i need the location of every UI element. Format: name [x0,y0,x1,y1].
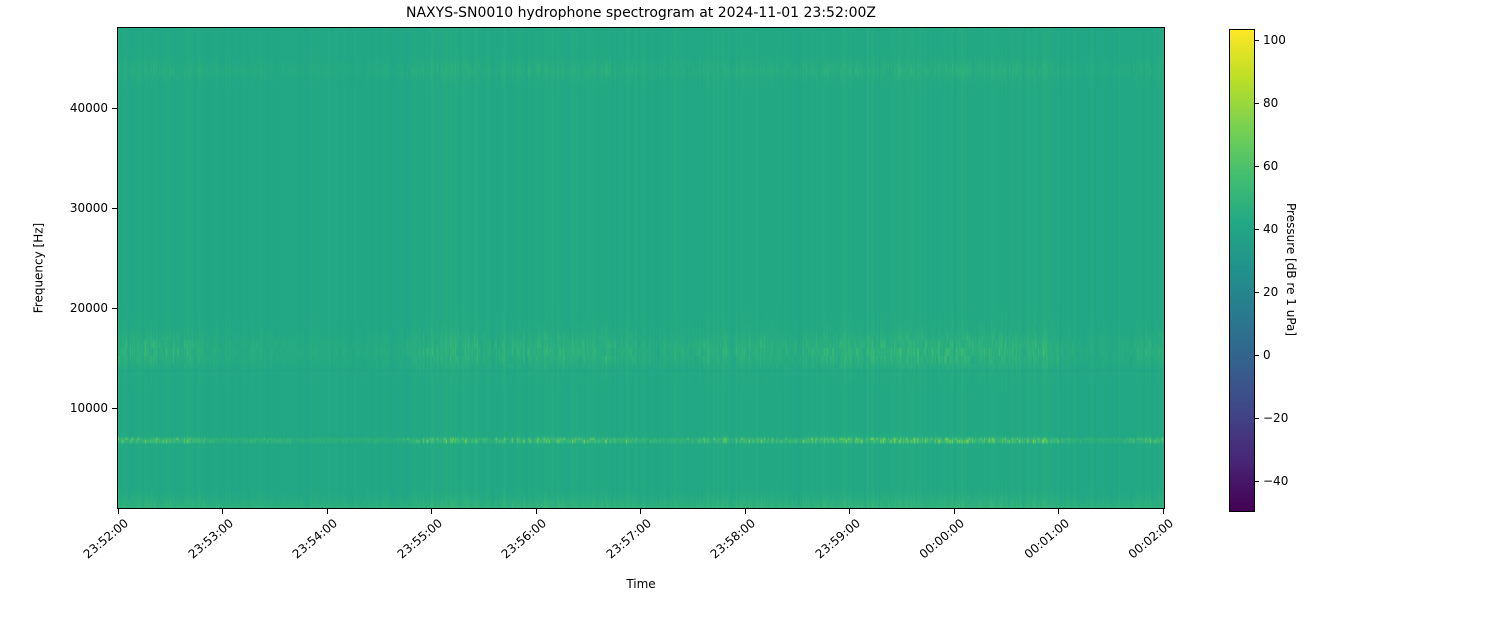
spectrogram-image [118,28,1164,508]
y-tick [112,307,117,309]
plot-area [117,27,1165,509]
x-tick [326,509,328,514]
x-tick [431,509,432,514]
x-tick [640,509,641,514]
colorbar-label: Pressure [dB re 1 uPa] [1284,202,1298,337]
colorbar-tick [1255,39,1259,41]
y-tick-label: 30000 [69,201,108,215]
y-tick-label: 20000 [69,301,108,315]
colorbar-tick-label: 60 [1263,159,1279,174]
colorbar-tick [1255,417,1259,419]
y-tick-label: 40000 [69,101,108,115]
colorbar-tick [1255,228,1259,230]
colorbar-tick [1255,165,1259,167]
x-tick [1162,509,1164,514]
y-tick [112,107,117,109]
x-tick [849,509,850,514]
x-tick [744,509,746,514]
y-tick [112,207,117,209]
colorbar [1229,29,1255,512]
colorbar-tick [1255,102,1259,104]
colorbar-tick-label: −20 [1263,411,1289,426]
colorbar-tick [1255,354,1259,356]
y-tick-label: 10000 [69,401,108,415]
colorbar-tick-label: 20 [1263,285,1279,300]
spectrogram-figure: NAXYS-SN0010 hydrophone spectrogram at 2… [0,0,1500,600]
colorbar-tick-label: −40 [1263,474,1289,489]
colorbar-tick-label: 0 [1263,348,1271,363]
x-tick [953,509,955,514]
x-tick [1058,509,1059,514]
colorbar-tick [1255,480,1259,482]
colorbar-tick [1255,291,1259,293]
chart-title: NAXYS-SN0010 hydrophone spectrogram at 2… [406,5,876,21]
x-tick [535,509,537,514]
x-tick [117,509,119,514]
colorbar-tick-label: 100 [1263,33,1286,48]
y-tick [112,407,117,409]
y-axis-label: Frequency [Hz] [31,222,45,314]
colorbar-label-container: Pressure [dB re 1 uPa] [1283,29,1299,510]
colorbar-tick-label: 80 [1263,96,1279,111]
x-tick [222,509,223,514]
y-axis-label-container: Frequency [Hz] [30,0,46,536]
colorbar-tick-label: 40 [1263,222,1279,237]
